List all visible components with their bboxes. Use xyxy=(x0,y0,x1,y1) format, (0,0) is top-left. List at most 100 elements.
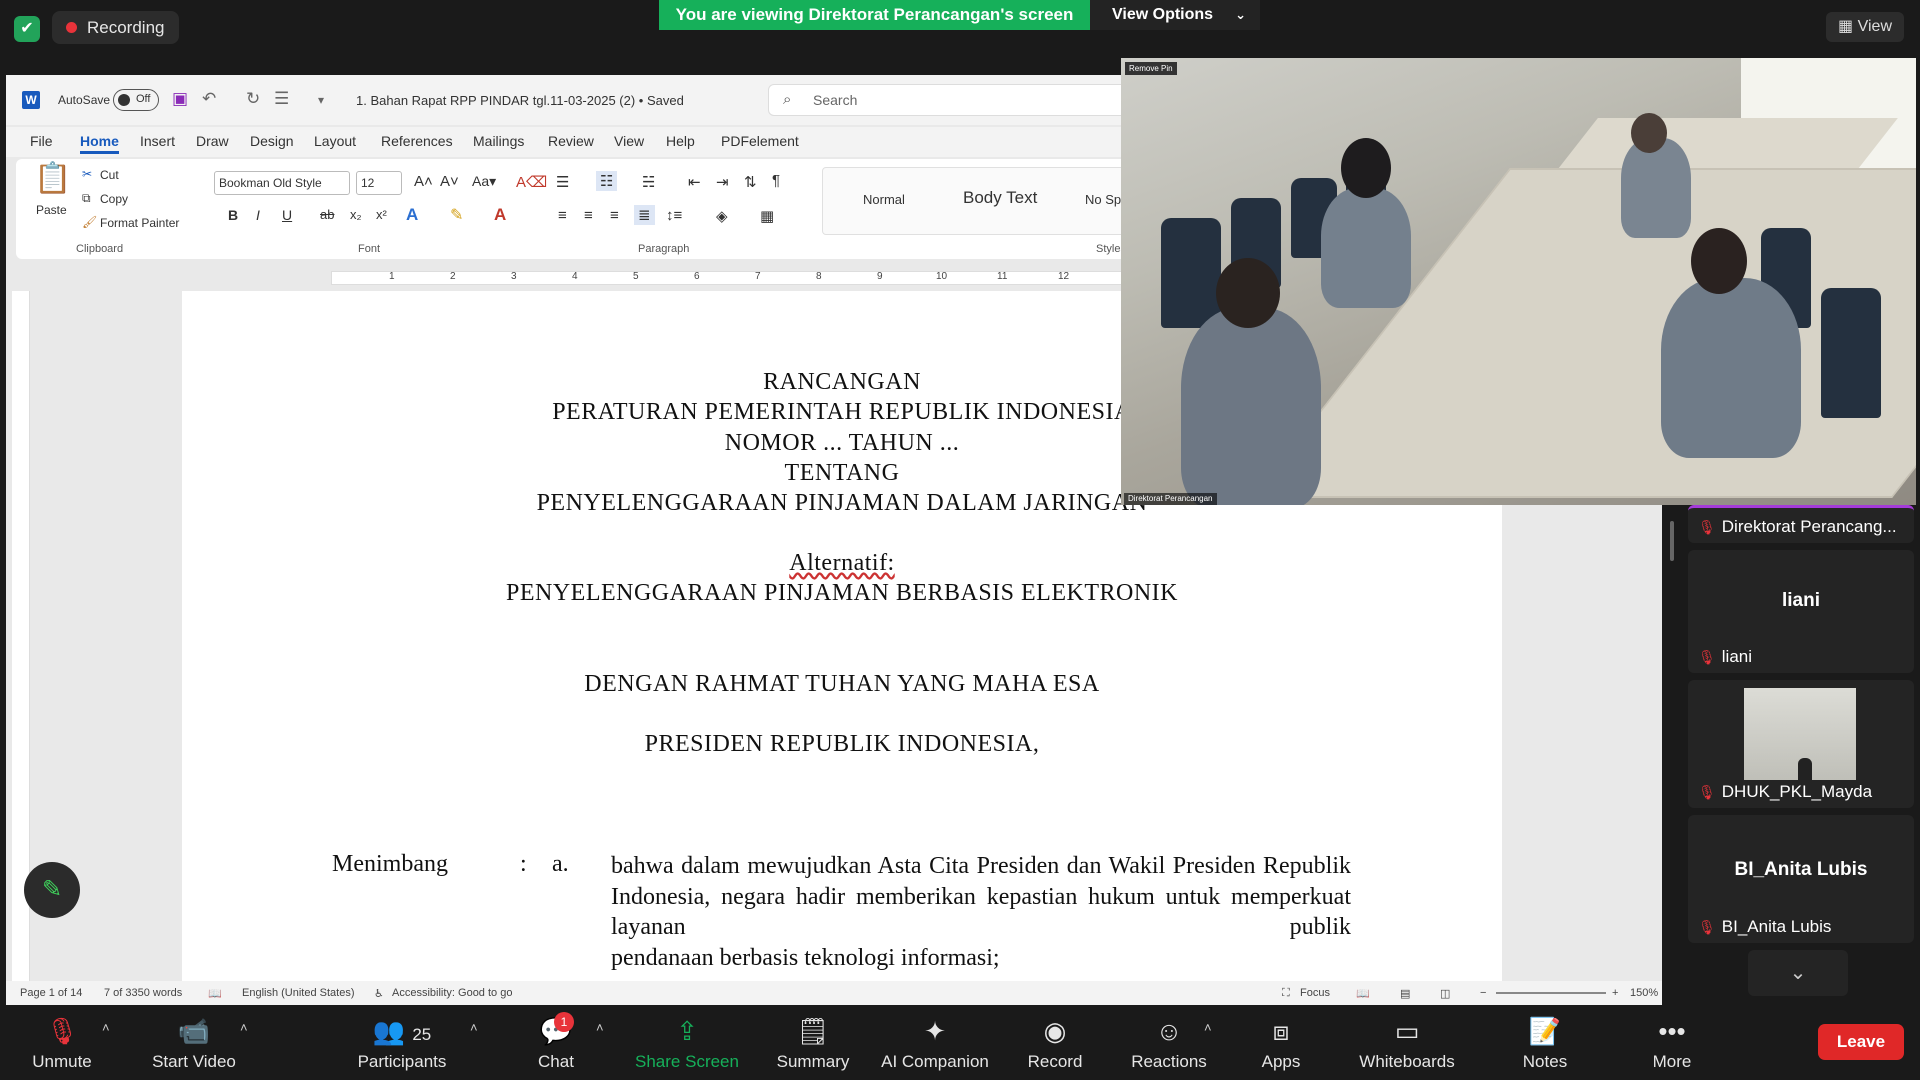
strikethrough-icon[interactable]: ab xyxy=(320,207,334,222)
language-status[interactable]: English (United States) xyxy=(242,987,355,999)
participants-caret-icon[interactable]: ˄ xyxy=(470,1020,478,1035)
tab-file[interactable]: File xyxy=(30,133,53,149)
participant-tile[interactable]: liani 🎙 liani xyxy=(1688,550,1914,673)
security-shield-icon[interactable]: ✔ xyxy=(14,16,40,42)
tab-draw[interactable]: Draw xyxy=(196,133,229,149)
clear-formatting-icon[interactable]: A⌫ xyxy=(516,173,547,191)
paste-icon[interactable]: 📋 xyxy=(34,161,71,201)
participants-button[interactable]: 👥 25 Participants xyxy=(352,1014,452,1078)
summary-button[interactable]: 🗒 Summary xyxy=(768,1014,858,1078)
show-marks-icon[interactable]: ¶ xyxy=(772,172,780,189)
ai-companion-button[interactable]: ✦ AI Companion xyxy=(876,1014,994,1078)
recording-indicator[interactable]: Recording xyxy=(52,11,179,44)
focus-icon[interactable]: ⛶ xyxy=(1282,987,1290,1000)
decrease-indent-icon[interactable]: ⇤ xyxy=(688,173,701,191)
font-size-select[interactable]: 12 xyxy=(356,171,402,195)
proofing-icon[interactable]: 📖 xyxy=(208,987,222,1000)
tab-design[interactable]: Design xyxy=(250,133,294,149)
more-button[interactable]: ••• More xyxy=(1636,1014,1708,1078)
zoom-in-icon[interactable]: + xyxy=(1612,987,1618,999)
remove-pin-button[interactable]: Remove Pin xyxy=(1125,62,1177,75)
notes-button[interactable]: 📝 Notes xyxy=(1510,1014,1580,1078)
bold-icon[interactable]: B xyxy=(228,207,238,223)
record-button[interactable]: ◉ Record xyxy=(1018,1014,1092,1078)
copy-button[interactable]: Copy xyxy=(100,192,128,206)
shrink-font-icon[interactable]: A˅ xyxy=(440,173,459,190)
tab-pdfelement[interactable]: PDFelement xyxy=(721,133,799,149)
change-case-icon[interactable]: Aa▾ xyxy=(472,173,496,190)
view-options-button[interactable]: View Options ⌄ xyxy=(1090,0,1260,30)
participant-tile[interactable]: 🎙 DHUK_PKL_Mayda xyxy=(1688,680,1914,808)
tab-help[interactable]: Help xyxy=(666,133,695,149)
tab-home[interactable]: Home xyxy=(80,133,119,154)
word-count[interactable]: 7 of 3350 words xyxy=(104,987,182,999)
chat-caret-icon[interactable]: ˄ xyxy=(596,1020,604,1035)
tab-layout[interactable]: Layout xyxy=(314,133,356,149)
cut-button[interactable]: Cut xyxy=(100,168,119,182)
customize-qat-icon[interactable]: ▾ xyxy=(318,93,324,107)
line-spacing-icon[interactable]: ↕≡ xyxy=(666,207,682,224)
underline-icon[interactable]: U xyxy=(282,207,292,223)
font-family-select[interactable]: Bookman Old Style xyxy=(214,171,350,195)
zoom-out-icon[interactable]: − xyxy=(1480,987,1486,999)
tab-review[interactable]: Review xyxy=(548,133,594,149)
whiteboards-button[interactable]: ▭ Whiteboards xyxy=(1352,1014,1462,1078)
video-options-caret-icon[interactable]: ˄ xyxy=(240,1020,248,1035)
web-layout-icon[interactable]: ◫ xyxy=(1440,987,1450,1000)
tab-references[interactable]: References xyxy=(381,133,453,149)
align-left-icon[interactable]: ≡ xyxy=(558,207,567,224)
align-center-icon[interactable]: ≡ xyxy=(584,207,593,224)
list-icon[interactable]: ☰ xyxy=(274,89,289,109)
participant-tile[interactable]: 🎙 Direktorat Perancang... xyxy=(1688,505,1914,543)
redo-icon[interactable]: ↻ xyxy=(246,89,260,109)
style-normal[interactable]: Normal xyxy=(863,192,905,207)
undo-icon[interactable]: ↶ xyxy=(202,89,216,109)
reactions-button[interactable]: ☺ Reactions xyxy=(1124,1014,1214,1078)
focus-button[interactable]: Focus xyxy=(1300,987,1330,999)
cut-icon[interactable]: ✂ xyxy=(82,167,92,181)
pinned-video-tile[interactable]: Remove Pin Direktorat Perancangan xyxy=(1121,58,1916,505)
leave-button[interactable]: Leave xyxy=(1818,1024,1904,1060)
accessibility-status[interactable]: Accessibility: Good to go xyxy=(392,987,512,999)
tab-insert[interactable]: Insert xyxy=(140,133,175,149)
annotate-pencil-icon[interactable]: ✎ xyxy=(24,862,80,918)
bullets-icon[interactable]: ☰ xyxy=(556,173,569,191)
accessibility-icon[interactable]: ♿ xyxy=(374,987,384,1000)
highlight-icon[interactable]: ✎ xyxy=(450,205,463,225)
sort-icon[interactable]: ⇅ xyxy=(744,173,757,191)
unmute-button[interactable]: 🎙 Unmute xyxy=(22,1014,102,1078)
apps-button[interactable]: ⧈ Apps xyxy=(1246,1014,1316,1078)
justify-icon[interactable]: ≣ xyxy=(634,205,655,225)
align-right-icon[interactable]: ≡ xyxy=(610,207,619,224)
borders-icon[interactable]: ▦ xyxy=(760,207,774,225)
text-effects-icon[interactable]: A xyxy=(406,205,418,225)
gallery-next-button[interactable]: ⌄ xyxy=(1748,950,1848,996)
tab-mailings[interactable]: Mailings xyxy=(473,133,524,149)
autosave-toggle[interactable]: Off xyxy=(113,89,159,111)
page-count[interactable]: Page 1 of 14 xyxy=(20,987,82,999)
format-painter-button[interactable]: Format Painter xyxy=(100,216,179,230)
start-video-button[interactable]: 📹 Start Video xyxy=(146,1014,242,1078)
reactions-caret-icon[interactable]: ˄ xyxy=(1204,1020,1212,1035)
multilevel-list-icon[interactable]: ☵ xyxy=(642,173,655,191)
participant-tile[interactable]: BI_Anita Lubis 🎙 BI_Anita Lubis xyxy=(1688,815,1914,943)
grow-font-icon[interactable]: A˄ xyxy=(414,173,433,190)
numbering-icon[interactable]: ☷ xyxy=(596,171,618,191)
increase-indent-icon[interactable]: ⇥ xyxy=(716,173,729,191)
zoom-level[interactable]: 150% xyxy=(1630,987,1658,999)
read-mode-icon[interactable]: 📖 xyxy=(1356,987,1370,1000)
view-button[interactable]: ▦ View xyxy=(1826,12,1904,42)
italic-icon[interactable]: I xyxy=(256,207,260,223)
save-icon[interactable]: ▣ xyxy=(172,89,188,109)
tab-view[interactable]: View xyxy=(614,133,644,149)
font-color-icon[interactable]: A xyxy=(494,205,506,225)
print-layout-icon[interactable]: ▤ xyxy=(1400,987,1410,1000)
format-painter-icon[interactable]: 🖌 xyxy=(82,215,97,229)
document-title[interactable]: 1. Bahan Rapat RPP PINDAR tgl.11-03-2025… xyxy=(356,93,684,108)
shading-icon[interactable]: ◈ xyxy=(716,207,728,225)
gallery-scrollbar[interactable] xyxy=(1670,521,1674,561)
share-screen-button[interactable]: ⇪ Share Screen xyxy=(632,1014,742,1078)
copy-icon[interactable]: ⧉ xyxy=(82,191,91,206)
audio-options-caret-icon[interactable]: ˄ xyxy=(102,1020,110,1035)
chat-button[interactable]: 💬 1 Chat xyxy=(526,1012,586,1078)
